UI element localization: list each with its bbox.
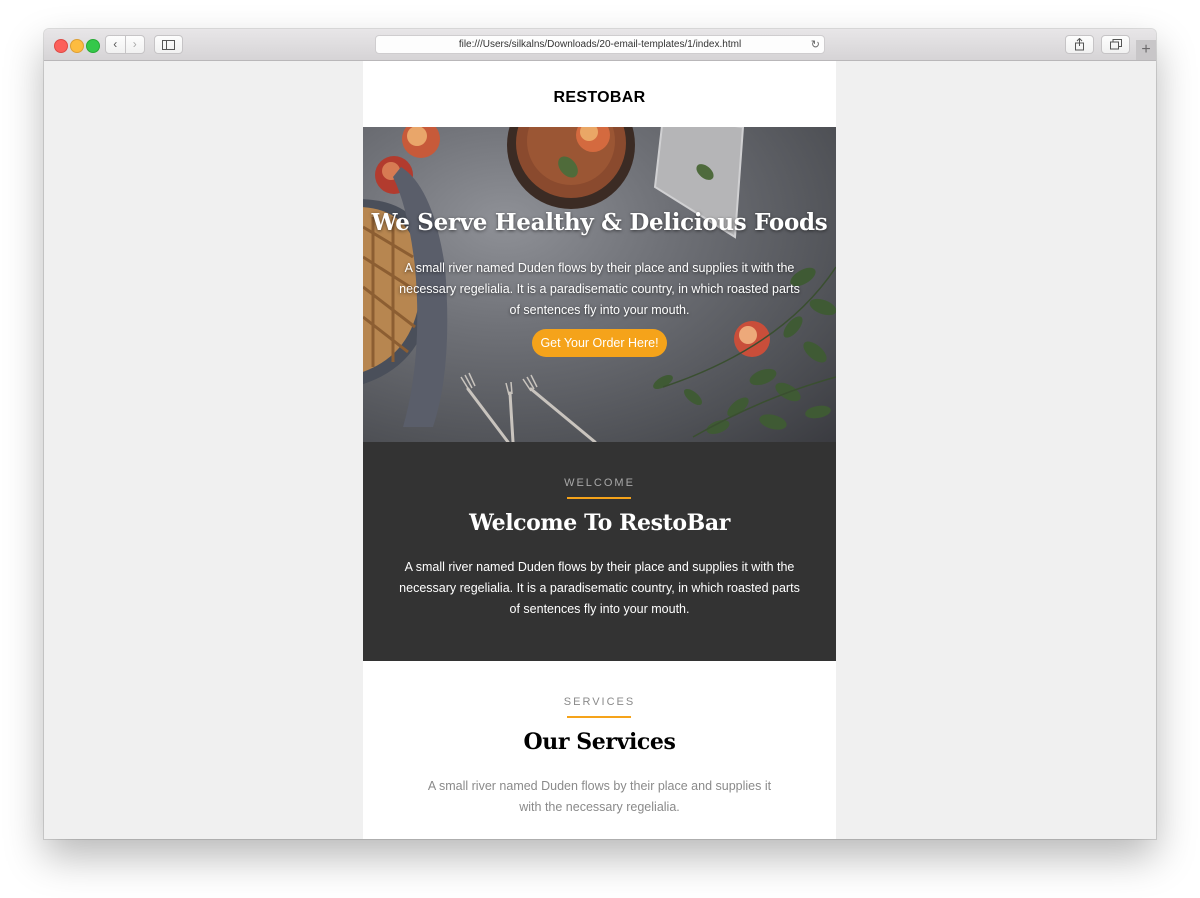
navigation-buttons: ‹ › (105, 35, 145, 54)
show-tabs-button[interactable] (1101, 35, 1130, 54)
page-viewport: RESTOBAR We Serve Healthy & Delicious Fo… (44, 61, 1156, 839)
welcome-eyebrow: WELCOME (564, 477, 635, 489)
services-description: A small river named Duden flows by their… (427, 779, 772, 814)
zoom-window-button[interactable] (86, 39, 100, 53)
chevron-right-icon[interactable]: › (124, 36, 145, 53)
welcome-divider (567, 497, 631, 499)
browser-window: ‹ › file:///Users/silkalns/Downloads/20-… (44, 29, 1156, 839)
browser-toolbar: ‹ › file:///Users/silkalns/Downloads/20-… (44, 29, 1156, 61)
services-divider (567, 716, 631, 718)
hero-title: We Serve Healthy & Delicious Foods (371, 209, 828, 236)
email-template: RESTOBAR We Serve Healthy & Delicious Fo… (363, 61, 836, 839)
hero-description: A small river named Duden flows by their… (399, 261, 800, 317)
share-icon (1075, 38, 1084, 51)
address-bar[interactable]: file:///Users/silkalns/Downloads/20-emai… (375, 35, 825, 54)
plus-icon: + (1141, 41, 1151, 58)
hero-section: We Serve Healthy & Delicious Foods A sma… (363, 127, 836, 442)
services-eyebrow: SERVICES (563, 696, 636, 708)
tabs-icon (1109, 39, 1122, 50)
welcome-section: WELCOME Welcome To RestoBar A small rive… (363, 442, 836, 661)
welcome-description: A small river named Duden flows by their… (399, 560, 800, 616)
services-heading: Our Services (523, 729, 676, 755)
new-tab-button[interactable]: + (1136, 40, 1156, 60)
address-url: file:///Users/silkalns/Downloads/20-emai… (458, 39, 742, 50)
close-window-button[interactable] (54, 39, 68, 53)
share-button[interactable] (1065, 35, 1094, 54)
chevron-left-icon[interactable]: ‹ (106, 36, 125, 53)
brand-logo: RESTOBAR (553, 89, 646, 106)
order-button[interactable]: Get Your Order Here! (532, 329, 667, 357)
welcome-heading: Welcome To RestoBar (469, 510, 730, 536)
sidebar-toggle-button[interactable] (154, 35, 183, 54)
sidebar-icon (162, 39, 175, 50)
minimize-window-button[interactable] (70, 39, 84, 53)
reload-icon[interactable]: ↻ (811, 38, 820, 51)
